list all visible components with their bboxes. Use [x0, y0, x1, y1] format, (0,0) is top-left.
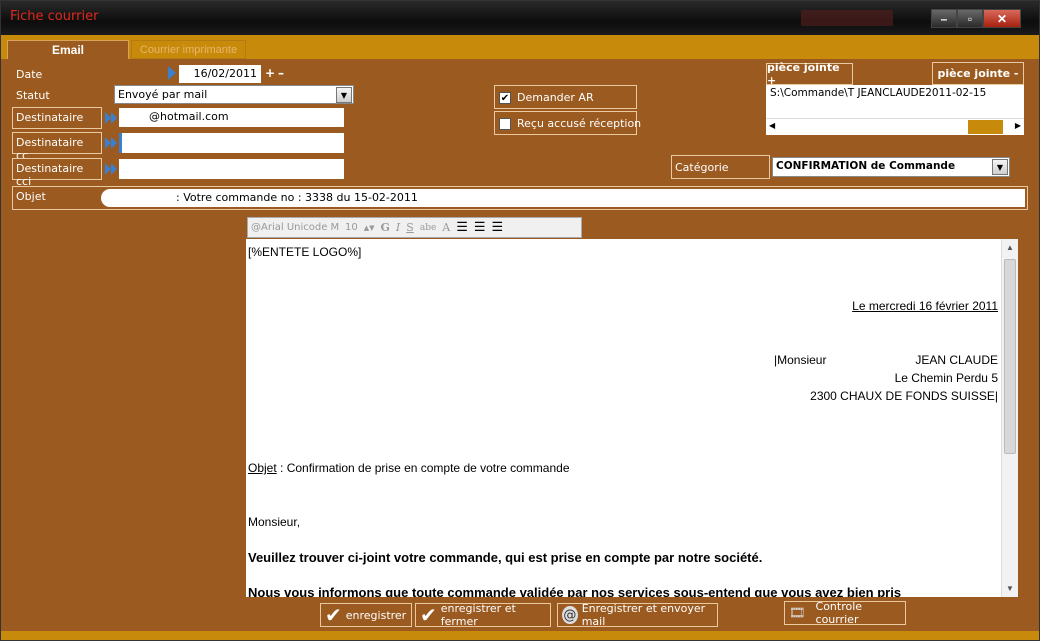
letter-salutation: Monsieur,	[248, 515, 301, 529]
recu-accuse-checkbox[interactable]	[499, 118, 511, 130]
date-label: Date	[16, 68, 43, 81]
checkmark-icon: ✔	[420, 603, 437, 627]
title-bar-redacted-area	[801, 10, 893, 26]
destinataire-label: Destinataire	[12, 107, 102, 129]
scroll-down-icon[interactable]: ▼	[1006, 584, 1014, 593]
close-button[interactable]: ✕	[983, 9, 1021, 28]
font-size-select[interactable]: 10	[345, 222, 358, 233]
date-plus-button[interactable]: +	[265, 66, 275, 80]
objet-label: Objet	[16, 190, 46, 203]
recu-accuse-label: Reçu accusé réception	[517, 117, 642, 130]
categorie-label: Catégorie	[671, 155, 770, 179]
destinataire-cci-label: Destinataire cci	[12, 158, 102, 188]
window-title: Fiche courrier	[10, 9, 99, 24]
letter-header: [%ENTETE LOGO%]	[248, 245, 362, 259]
letter-date: Le mercredi 16 février 2011	[852, 299, 998, 313]
attachment-hscroll[interactable]: ◀ ▶	[766, 118, 1024, 134]
letter-paragraph-1: Veuillez trouver ci-joint votre commande…	[248, 550, 763, 565]
editor-toolbar: @Arial Unicode MS 10 ▲▼ G I S abe A ☰ ☰ …	[247, 217, 582, 238]
scroll-right-icon[interactable]: ▶	[1015, 121, 1021, 130]
letter-recipient-city: 2300 CHAUX DE FONDS SUISSE|	[810, 389, 998, 403]
categorie-value: CONFIRMATION de Commande	[776, 160, 956, 172]
controle-courrier-label: Controle courrier	[815, 600, 863, 626]
date-minus-button[interactable]: –	[278, 66, 284, 80]
minimize-icon: –	[940, 11, 948, 26]
enregistrer-button[interactable]: ✔ enregistrer	[320, 603, 412, 627]
film-reel-icon: 🎞	[789, 605, 806, 621]
date-picker-icon[interactable]	[167, 66, 177, 80]
piece-jointe-add-button[interactable]: pièce jointe +	[766, 61, 853, 87]
font-size-stepper-icon[interactable]: ▲▼	[364, 224, 375, 232]
align-center-icon[interactable]: ☰	[474, 220, 486, 235]
enregistrer-fermer-label: enregistrer et fermer	[440, 602, 516, 628]
enregistrer-fermer-button[interactable]: ✔ enregistrer et fermer	[415, 602, 551, 628]
destinataire-field[interactable]: @hotmail.com	[119, 108, 344, 127]
objet-field[interactable]: : Votre commande no : 3338 du 15-02-2011	[101, 189, 1025, 207]
font-color-button[interactable]: A	[442, 221, 450, 234]
letter-objet-word: Objet	[248, 461, 277, 475]
demander-ar-label: Demander AR	[517, 91, 594, 104]
email-at-icon: @	[562, 606, 578, 624]
align-left-icon[interactable]: ☰	[456, 220, 468, 235]
statut-label: Statut	[16, 89, 50, 102]
letter-recipient-street: Le Chemin Perdu 5	[894, 371, 998, 385]
scroll-up-icon[interactable]: ▲	[1006, 243, 1014, 252]
destinataire-cc-label: Destinataire cc	[12, 132, 102, 162]
chevron-down-icon[interactable]: ▼	[992, 159, 1008, 175]
minimize-button[interactable]: –	[931, 9, 957, 28]
abc-button[interactable]: abe	[420, 223, 436, 233]
date-field[interactable]: 16/02/2011	[179, 65, 261, 83]
letter-paragraph-2: Nous vous informons que toute commande v…	[248, 585, 902, 597]
letter-objet-text: : Confirmation de prise en compte de vot…	[276, 461, 570, 475]
enregistrer-label: enregistrer	[345, 608, 407, 622]
editor-vscroll[interactable]: ▲ ▼	[1001, 239, 1018, 597]
checkmark-icon: ✔	[325, 603, 342, 627]
destinataire-cc-address-book-icon[interactable]	[104, 136, 118, 150]
scroll-left-icon[interactable]: ◀	[769, 121, 775, 130]
window-controls: – ▫ ✕	[931, 9, 1021, 29]
align-right-icon[interactable]: ☰	[492, 220, 504, 235]
fiche-courrier-window: Fiche courrier – ▫ ✕ Email Courrier impr…	[0, 0, 1040, 641]
enregistrer-envoyer-label: Enregistrer et envoyer mail	[581, 602, 706, 628]
maximize-icon: ▫	[967, 11, 973, 26]
letter-objet: Objet : Confirmation de prise en compte …	[248, 461, 570, 475]
categorie-select[interactable]: CONFIRMATION de Commande ▼	[772, 157, 1010, 177]
scroll-thumb[interactable]	[968, 120, 1003, 134]
strikethrough-button[interactable]: S	[406, 221, 414, 234]
destinataire-address-book-icon[interactable]	[104, 111, 118, 125]
maximize-button[interactable]: ▫	[957, 9, 983, 28]
attachment-item[interactable]: S:\Commande\T JEANCLAUDE2011-02-15	[770, 87, 986, 99]
editor-scroll-thumb[interactable]	[1004, 259, 1016, 454]
tab-email[interactable]: Email	[7, 40, 129, 59]
statut-select[interactable]: Envoyé par mail ▼	[114, 85, 354, 104]
italic-button[interactable]: I	[396, 221, 400, 234]
destinataire-cci-field[interactable]	[119, 159, 344, 179]
piece-jointe-remove-button[interactable]: pièce jointe -	[932, 62, 1024, 85]
tab-courrier-imprimante[interactable]: Courrier imprimante	[131, 40, 246, 59]
status-strip	[1, 631, 1039, 640]
title-bar: Fiche courrier – ▫ ✕	[1, 1, 1039, 35]
controle-courrier-button[interactable]: 🎞 Controle courrier	[784, 600, 906, 626]
enregistrer-envoyer-button[interactable]: @ Enregistrer et envoyer mail	[557, 602, 718, 628]
letter-recipient-title: |Monsieur	[774, 353, 827, 367]
destinataire-cc-field[interactable]	[119, 133, 344, 153]
bold-button[interactable]: G	[381, 221, 390, 234]
letter-recipient-name: JEAN CLAUDE	[915, 353, 998, 367]
tab-bar: Email Courrier imprimante	[1, 35, 1039, 59]
chevron-down-icon[interactable]: ▼	[336, 87, 352, 103]
destinataire-cci-address-book-icon[interactable]	[104, 162, 118, 176]
font-select[interactable]: @Arial Unicode MS	[251, 222, 339, 233]
demander-ar-checkbox[interactable]: ✔	[499, 92, 511, 104]
letter-editor[interactable]: [%ENTETE LOGO%] Le mercredi 16 février 2…	[246, 239, 1018, 597]
close-icon: ✕	[996, 11, 1008, 26]
statut-value: Envoyé par mail	[118, 88, 208, 101]
